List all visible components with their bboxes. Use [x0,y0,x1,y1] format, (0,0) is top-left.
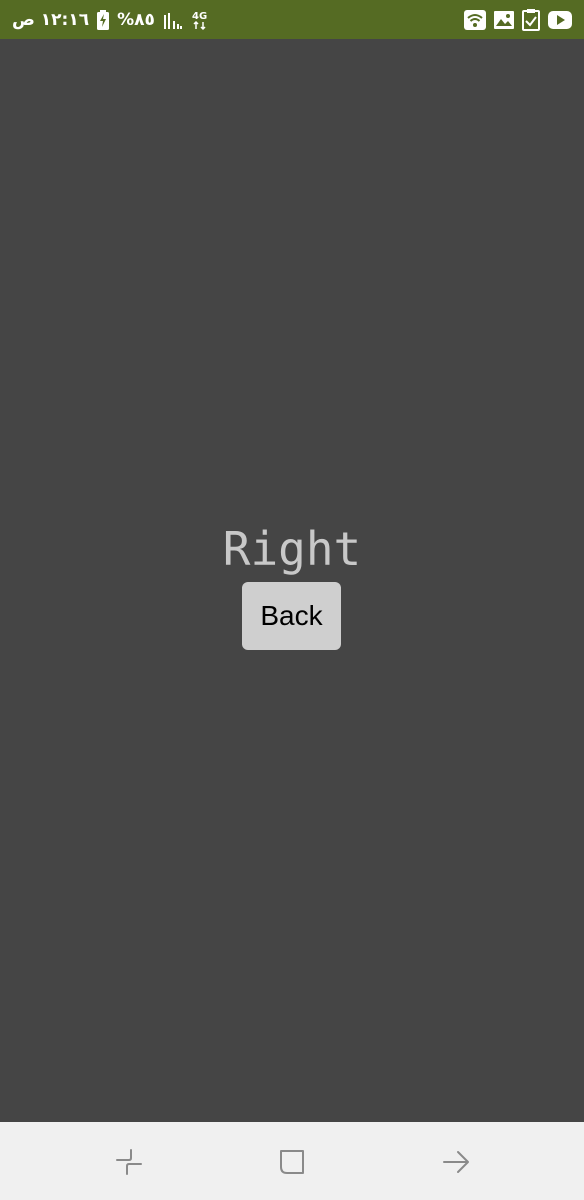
battery-percent: %٨٥ [117,9,155,30]
recent-apps-icon [114,1147,144,1177]
network-4g-icon: 4G [191,9,209,31]
home-icon [277,1147,307,1177]
back-nav-button[interactable] [436,1142,476,1182]
main-content: Right Back [0,39,584,1122]
charging-battery-icon [97,9,110,30]
youtube-icon [548,10,572,29]
navigation-bar [0,1122,584,1200]
wifi-icon [464,9,486,30]
back-arrow-icon [441,1147,471,1177]
image-icon [494,10,514,29]
recent-apps-button[interactable] [109,1142,149,1182]
page-title: Right [222,522,362,576]
network-type-label: 4G [192,11,207,22]
signal-icon [163,11,183,29]
status-bar-left: ١٢:١٦ ص %٨٥ 4G [12,0,209,39]
status-bar-right [464,0,572,39]
task-icon [522,8,540,31]
home-button[interactable] [272,1142,312,1182]
status-bar: ١٢:١٦ ص %٨٥ 4G [0,0,584,39]
clock: ١٢:١٦ ص [12,9,90,30]
back-button[interactable]: Back [242,582,341,650]
